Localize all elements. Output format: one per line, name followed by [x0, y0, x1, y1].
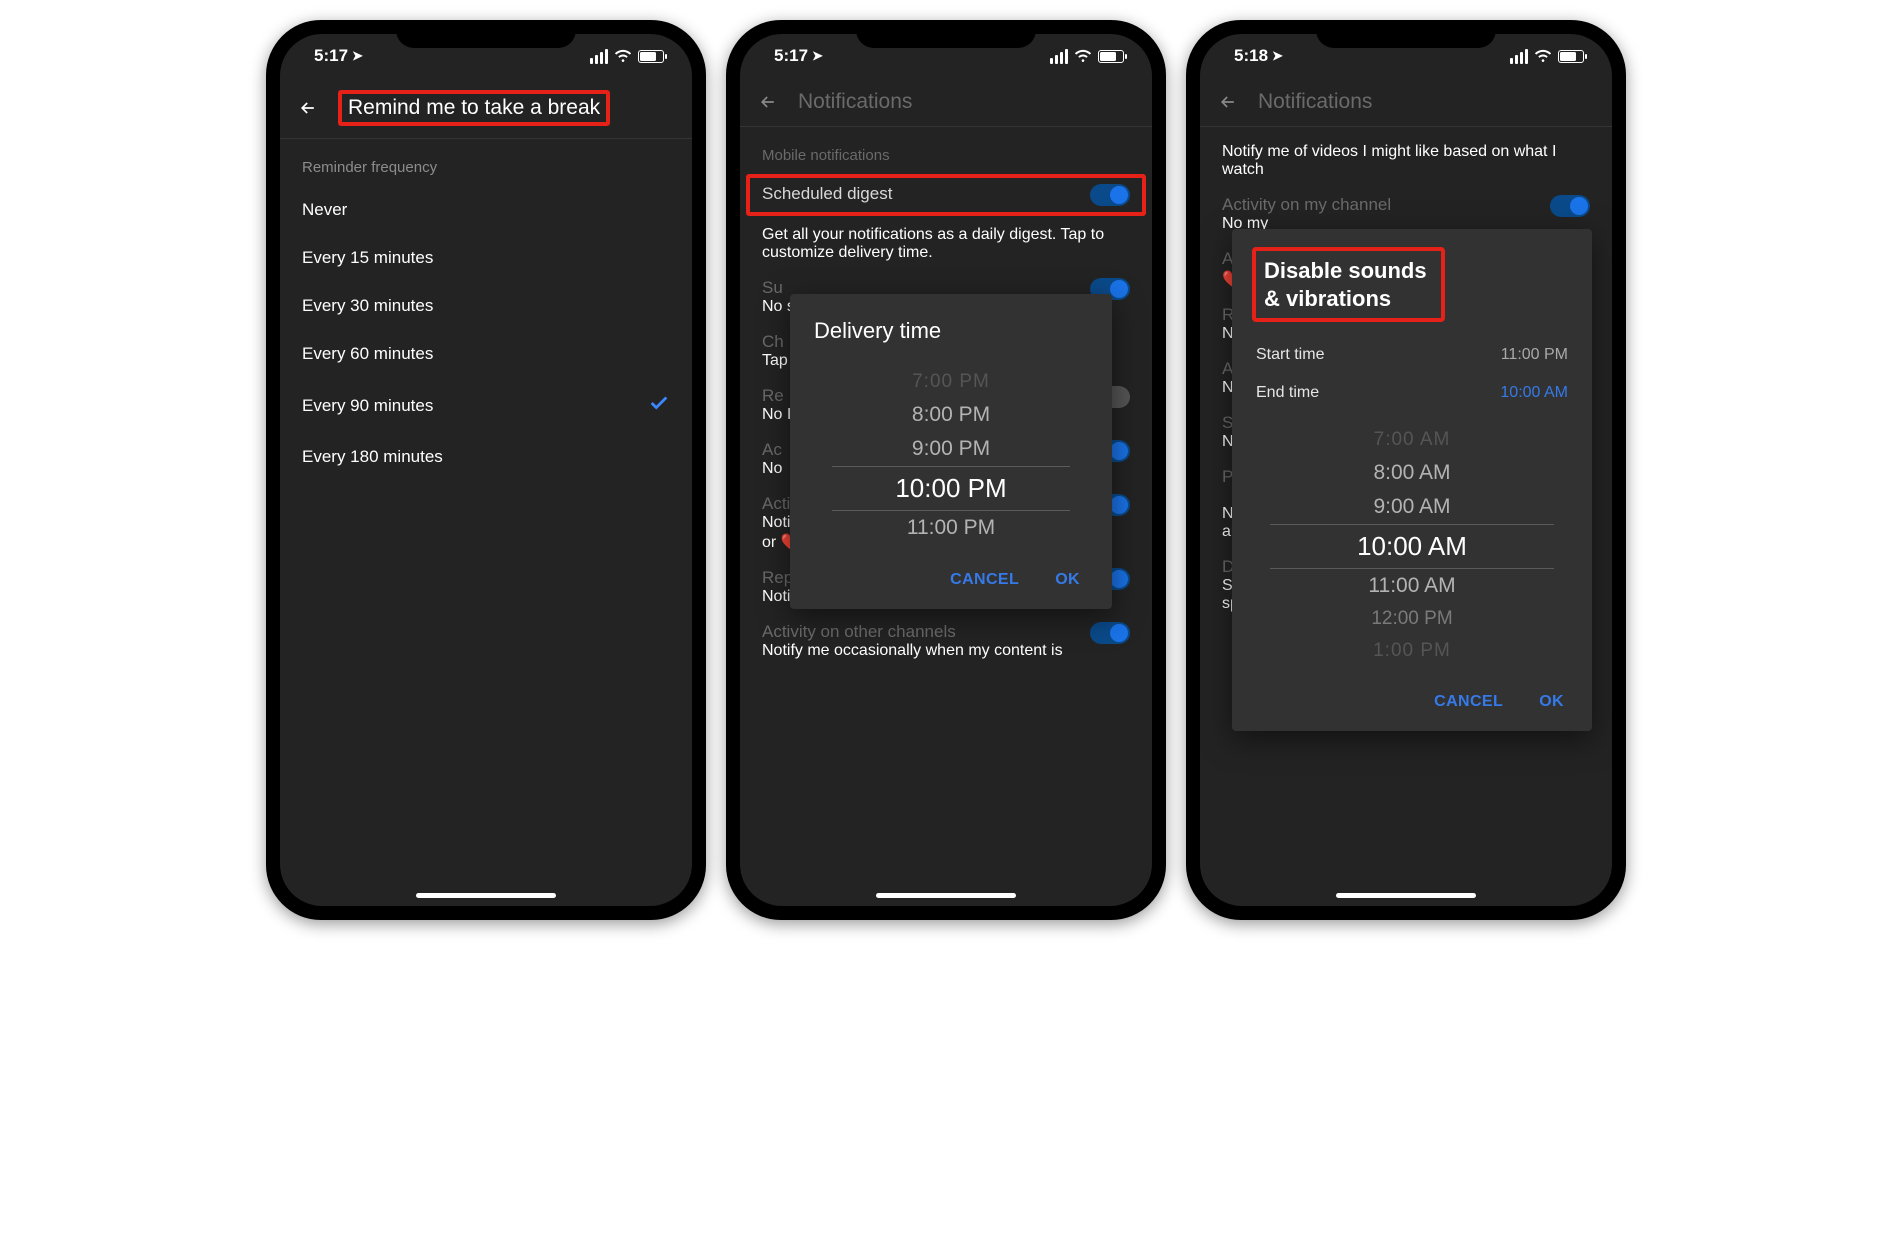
- delivery-time-dialog: Delivery time 7:00 PM 8:00 PM 9:00 PM 10…: [790, 294, 1112, 609]
- phone-frame-2: 5:17 ➤ Notifications Mobile notification…: [726, 20, 1166, 920]
- screen-3: 5:18 ➤ Notifications Notify me of videos…: [1200, 34, 1612, 906]
- option-15min[interactable]: Every 15 minutes: [280, 234, 692, 282]
- section-header: Mobile notifications: [740, 133, 1152, 174]
- dialog-title: Disable sounds& vibrations: [1264, 258, 1427, 311]
- header: Notifications: [740, 78, 1152, 127]
- location-icon: ➤: [812, 48, 823, 64]
- home-indicator[interactable]: [1336, 893, 1476, 898]
- option-180min[interactable]: Every 180 minutes: [280, 433, 692, 481]
- signal-icon: [1510, 49, 1528, 64]
- phone-frame-1: 5:17 ➤ Remind me to take a break Reminde…: [266, 20, 706, 920]
- phone-frame-3: 5:18 ➤ Notifications Notify me of videos…: [1186, 20, 1626, 920]
- start-time-row[interactable]: Start time 11:00 PM: [1252, 336, 1572, 374]
- ok-button[interactable]: OK: [1055, 571, 1080, 589]
- annotation-highlight: Remind me to take a break: [338, 90, 610, 126]
- ok-button[interactable]: OK: [1539, 693, 1564, 711]
- notch: [1316, 20, 1496, 48]
- disable-sounds-dialog: Disable sounds& vibrations Start time 11…: [1232, 229, 1592, 731]
- page-title: Notifications: [1258, 90, 1372, 114]
- cancel-button[interactable]: CANCEL: [1434, 693, 1503, 711]
- screen-2: 5:17 ➤ Notifications Mobile notification…: [740, 34, 1152, 906]
- time-picker[interactable]: 7:00 AM 8:00 AM 9:00 AM 10:00 AM 11:00 A…: [1270, 424, 1554, 667]
- page-title: Remind me to take a break: [348, 96, 600, 119]
- option-30min[interactable]: Every 30 minutes: [280, 282, 692, 330]
- annotation-highlight: Scheduled digest: [746, 174, 1146, 216]
- recommended-desc: Notify me of videos I might like based o…: [1222, 143, 1590, 179]
- signal-icon: [1050, 49, 1068, 64]
- option-60min[interactable]: Every 60 minutes: [280, 330, 692, 378]
- toggle-icon[interactable]: [1550, 195, 1590, 217]
- notch: [856, 20, 1036, 48]
- back-icon[interactable]: [758, 92, 778, 112]
- status-time: 5:17: [774, 46, 808, 66]
- home-indicator[interactable]: [416, 893, 556, 898]
- back-icon[interactable]: [1218, 92, 1238, 112]
- toggle-icon[interactable]: [1090, 622, 1130, 644]
- option-never[interactable]: Never: [280, 186, 692, 234]
- time-picker[interactable]: 7:00 PM 8:00 PM 9:00 PM 10:00 PM 11:00 P…: [832, 366, 1070, 545]
- home-indicator[interactable]: [876, 893, 1016, 898]
- toggle-scheduled-digest[interactable]: [1090, 184, 1130, 206]
- status-time: 5:17: [314, 46, 348, 66]
- wifi-icon: [614, 47, 632, 65]
- back-icon[interactable]: [298, 98, 318, 118]
- battery-icon: [638, 50, 664, 63]
- cancel-button[interactable]: CANCEL: [950, 571, 1019, 589]
- header: Notifications: [1200, 78, 1612, 127]
- wifi-icon: [1074, 47, 1092, 65]
- page-title: Notifications: [798, 90, 912, 114]
- location-icon: ➤: [352, 48, 363, 64]
- scheduled-digest-desc: Get all your notifications as a daily di…: [762, 226, 1130, 262]
- dialog-title: Delivery time: [814, 318, 1088, 344]
- signal-icon: [590, 49, 608, 64]
- checkmark-icon: [648, 392, 670, 419]
- section-header: Reminder frequency: [280, 145, 692, 186]
- wifi-icon: [1534, 47, 1552, 65]
- setting-scheduled-digest[interactable]: Scheduled digest: [752, 180, 1140, 210]
- location-icon: ➤: [1272, 48, 1283, 64]
- screen-1: 5:17 ➤ Remind me to take a break Reminde…: [280, 34, 692, 906]
- status-time: 5:18: [1234, 46, 1268, 66]
- notch: [396, 20, 576, 48]
- option-90min[interactable]: Every 90 minutes: [280, 378, 692, 433]
- annotation-highlight: Disable sounds& vibrations: [1252, 247, 1445, 322]
- battery-icon: [1098, 50, 1124, 63]
- battery-icon: [1558, 50, 1584, 63]
- setting-other-channels[interactable]: Activity on other channelsNotify me occa…: [740, 612, 1152, 666]
- header: Remind me to take a break: [280, 78, 692, 139]
- end-time-row[interactable]: End time 10:00 AM: [1252, 374, 1572, 412]
